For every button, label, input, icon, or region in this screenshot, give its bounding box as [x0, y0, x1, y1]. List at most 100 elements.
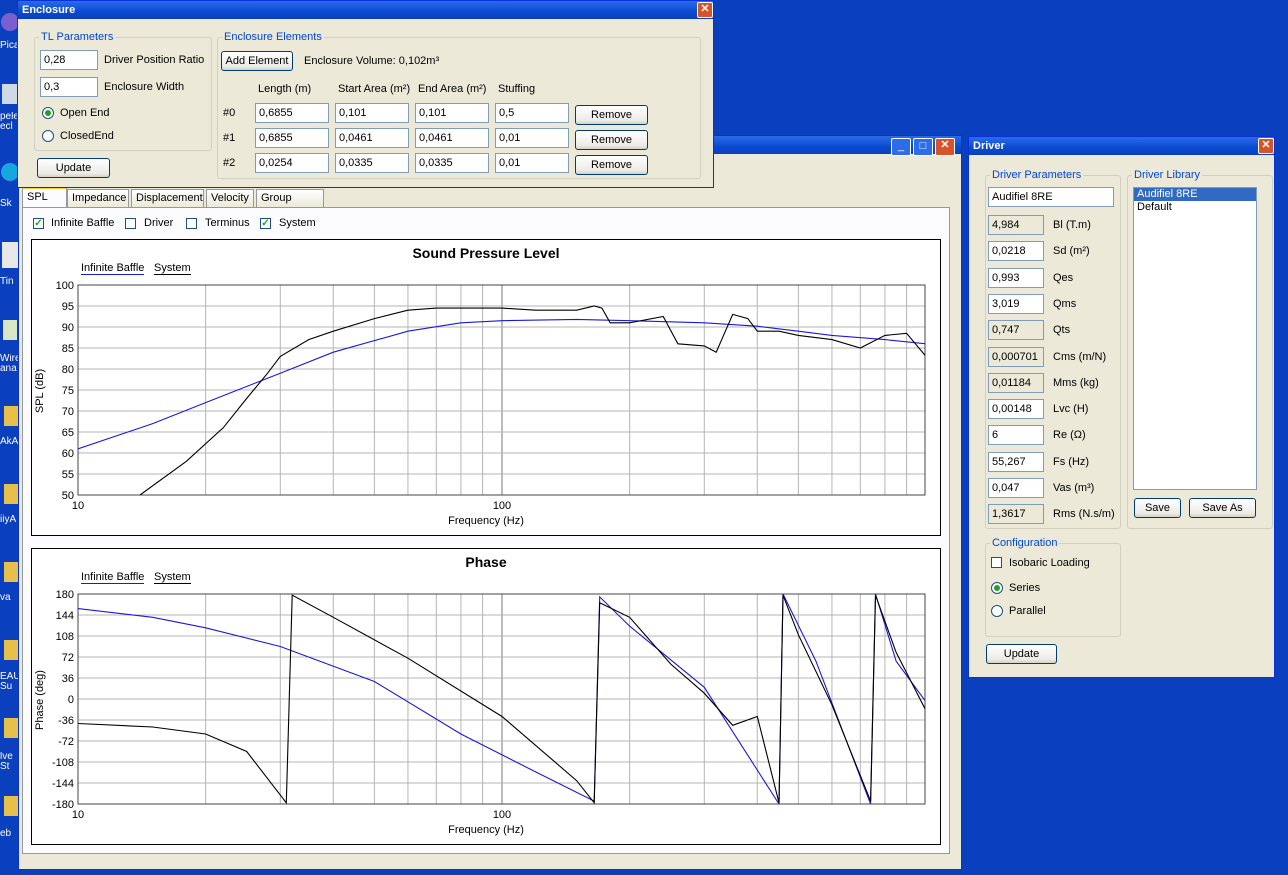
close-icon[interactable]: ✕: [935, 138, 955, 156]
y-tick-label: 90: [62, 322, 74, 334]
header-end-area: End Area (m²): [418, 83, 487, 95]
enclosure-titlebar[interactable]: Enclosure: [18, 1, 713, 19]
y-tick-label: 108: [56, 631, 74, 643]
desktop-label[interactable]: Sk: [0, 198, 20, 209]
driver-param-input[interactable]: [988, 399, 1044, 420]
header-start-area: Start Area (m²): [338, 83, 411, 95]
driver-param-input[interactable]: [988, 451, 1044, 472]
minimize-icon[interactable]: _: [891, 138, 911, 156]
parallel-radio[interactable]: [991, 605, 1003, 617]
y-tick-label: 72: [62, 652, 74, 664]
y-tick-label: 95: [62, 301, 74, 313]
driver-param-input: [988, 215, 1044, 235]
maximize-icon[interactable]: □: [913, 138, 933, 156]
end-area-input[interactable]: [415, 128, 489, 148]
folder-icon: [4, 718, 18, 738]
terminus-checkbox[interactable]: [186, 218, 197, 229]
y-tick-label: 75: [62, 385, 74, 397]
tab-spl[interactable]: SPL: [22, 187, 67, 208]
open-end-label: Open End: [60, 107, 110, 119]
open-end-radio[interactable]: [42, 107, 54, 119]
tab-velocity[interactable]: Velocity: [206, 189, 254, 207]
remove-button[interactable]: Remove: [575, 105, 648, 125]
driver-param-input: [988, 320, 1044, 341]
driver-param-label: Bl (T.m): [1053, 219, 1091, 231]
driver-param-label: Rms (N.s/m): [1053, 508, 1115, 521]
remove-button[interactable]: Remove: [575, 155, 648, 175]
driver-param-input[interactable]: [988, 478, 1044, 498]
driver-param-input: [988, 346, 1044, 367]
desktop-label[interactable]: Tin: [0, 276, 20, 287]
driver-param-label: Lvc (H): [1053, 403, 1089, 416]
x-tick-label: 10: [72, 500, 84, 512]
row-id: #2: [223, 157, 236, 169]
enclosure-update-button[interactable]: Update: [37, 158, 110, 178]
y-tick-label: 70: [62, 406, 74, 418]
driver-checkbox[interactable]: [125, 218, 136, 229]
series-radio[interactable]: [991, 582, 1003, 594]
close-icon[interactable]: ✕: [1258, 138, 1274, 154]
y-tick-label: 80: [62, 364, 74, 376]
driver-param-input[interactable]: [988, 241, 1044, 262]
enclosure-width-input[interactable]: [40, 77, 98, 97]
driver-param-label: Qms: [1053, 297, 1077, 310]
enclosure-window: Enclosure ✕ TL Parameters Driver Positio…: [17, 0, 714, 188]
stuffing-input[interactable]: [495, 103, 569, 123]
tab-displacement[interactable]: Displacement: [131, 189, 204, 207]
driver-name-input[interactable]: [988, 187, 1114, 207]
closed-end-radio[interactable]: [42, 130, 54, 142]
driver-titlebar[interactable]: Driver: [969, 137, 1274, 155]
start-area-input[interactable]: [335, 103, 409, 123]
y-tick-label: -108: [52, 757, 74, 769]
tl-parameters-legend: TL Parameters: [41, 31, 114, 43]
driver-position-ratio-input[interactable]: [40, 50, 98, 70]
length-input[interactable]: [255, 153, 329, 173]
length-input[interactable]: [255, 103, 329, 123]
infinite-baffle-checkbox[interactable]: ✓: [33, 218, 44, 229]
list-item[interactable]: Default: [1134, 201, 1256, 214]
close-icon[interactable]: ✕: [697, 2, 713, 18]
end-area-input[interactable]: [415, 153, 489, 173]
configuration-group: Configuration: [985, 537, 1121, 637]
driver-param-input[interactable]: [988, 425, 1044, 446]
end-area-input[interactable]: [415, 103, 489, 123]
length-input[interactable]: [255, 128, 329, 148]
desktop-label[interactable]: eb: [0, 828, 20, 839]
desktop-label[interactable]: lve St: [0, 752, 20, 772]
driver-param-label: Vas (m³): [1053, 482, 1095, 494]
driver-parameters-legend: Driver Parameters: [992, 169, 1082, 181]
system-checkbox[interactable]: ✓: [260, 218, 271, 229]
y-tick-label: 100: [56, 280, 74, 292]
save-button[interactable]: Save: [1134, 498, 1181, 518]
driver-param-label: Re (Ω): [1053, 429, 1086, 442]
desktop-label[interactable]: AkA: [0, 436, 20, 447]
isobaric-loading-checkbox[interactable]: [991, 557, 1002, 568]
driver-library-list[interactable]: Audifiel 8RE Default: [1133, 187, 1257, 490]
driver-update-button[interactable]: Update: [986, 644, 1057, 664]
list-item[interactable]: Audifiel 8RE: [1134, 188, 1256, 201]
start-area-input[interactable]: [335, 153, 409, 173]
parallel-label: Parallel: [1009, 605, 1046, 617]
folder-icon: [4, 406, 18, 426]
desktop-label[interactable]: va: [0, 592, 20, 603]
remove-button[interactable]: Remove: [575, 130, 648, 150]
driver-param-input: [988, 372, 1044, 393]
spl-chart-svg: 1009590858075706560555010 100: [56, 280, 926, 512]
driver-library-legend: Driver Library: [1134, 169, 1201, 181]
driver-param-label: Fs (Hz): [1053, 455, 1090, 468]
driver-param-input[interactable]: [988, 293, 1044, 314]
stuffing-input[interactable]: [495, 153, 569, 173]
save-as-button[interactable]: Save As: [1189, 498, 1256, 518]
driver-param-input[interactable]: [988, 267, 1044, 288]
row-id: #0: [223, 107, 236, 119]
desktop-label[interactable]: iiyA: [0, 514, 20, 525]
stuffing-input[interactable]: [495, 128, 569, 148]
tab-group-delay[interactable]: Group Delay: [256, 189, 324, 220]
desktop-label[interactable]: EAU Su: [0, 672, 20, 692]
desktop-label[interactable]: Wire ana: [0, 354, 20, 374]
tab-impedance[interactable]: Impedance: [67, 189, 129, 207]
add-element-button[interactable]: Add Element: [221, 51, 293, 71]
y-tick-label: 60: [62, 448, 74, 460]
start-area-input[interactable]: [335, 128, 409, 148]
y-tick-label: 65: [62, 427, 74, 439]
